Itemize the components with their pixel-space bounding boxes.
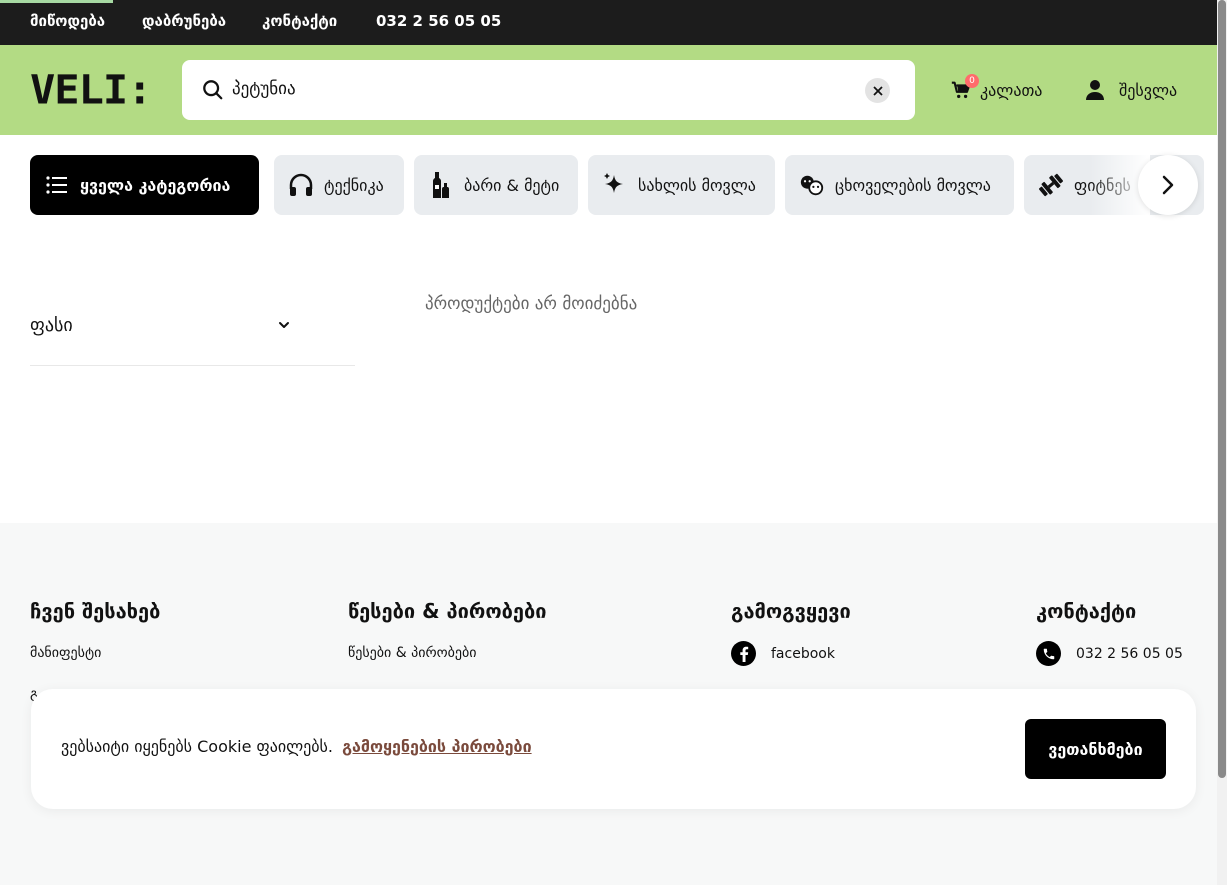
footer-terms-title: წესები & პირობები (348, 599, 547, 623)
user-icon (1086, 80, 1104, 100)
topbar-link-returns[interactable]: დაბრუნება (142, 12, 226, 30)
facebook-label: facebook (771, 645, 835, 662)
category-label: სახლის მოვლა (638, 175, 756, 195)
footer-phone: 032 2 56 05 05 (1076, 645, 1183, 662)
cart-button[interactable]: 0 კალათა (950, 74, 1043, 102)
top-accent-line (0, 0, 113, 3)
bottles-icon (428, 172, 454, 198)
cookie-terms-link[interactable]: გამოყენების პირობები (342, 737, 532, 756)
footer-contact-title: კონტაქტი (1036, 599, 1137, 623)
facebook-icon (731, 641, 756, 666)
category-home-care[interactable]: სახლის მოვლა (588, 155, 775, 215)
footer-contact: კონტაქტი 032 2 56 05 05 (1036, 599, 1183, 666)
phone-icon (1036, 641, 1061, 666)
all-categories-label: ყველა კატეგორია (80, 175, 231, 195)
footer-link-manifesto[interactable]: მანიფესტი (30, 645, 160, 661)
chevron-right-icon (1162, 175, 1174, 195)
category-label: ფიტნეს (1074, 175, 1131, 195)
footer-link-terms[interactable]: წესები & პირობები (348, 645, 547, 661)
cookie-agree-button[interactable]: ვეთანხმები (1025, 719, 1166, 779)
top-bar: მიწოდება დაბრუნება კონტაქტი 032 2 56 05 … (0, 0, 1227, 45)
footer-about-title: ჩვენ შესახებ (30, 599, 161, 623)
search-icon (203, 80, 223, 100)
results-area: ფასი პროდუქტები არ მოიძებნა (0, 235, 1217, 523)
footer-follow-title: გამოგვყევი (731, 599, 851, 623)
footer-about: ჩვენ შესახებ მანიფესტი (30, 599, 160, 661)
scrollbar[interactable] (1217, 0, 1227, 885)
cart-count-badge: 0 (965, 74, 979, 88)
cookie-text: ვებსაიტი იყენებს Cookie ფაილებს. (61, 737, 333, 756)
footer-phone-link[interactable]: 032 2 56 05 05 (1036, 641, 1183, 666)
facebook-link[interactable]: facebook (731, 641, 851, 666)
category-label: ბარი & მეტი (464, 175, 560, 195)
category-bar: ყველა კატეგორია ტექნიკა ბარი & მეტი სახლ… (0, 135, 1217, 235)
scrollbar-thumb[interactable] (1218, 0, 1226, 778)
login-label: შესვლა (1119, 80, 1178, 100)
cookie-banner: ვებსაიტი იყენებს Cookie ფაილებს. გამოყენ… (31, 689, 1196, 809)
topbar-link-delivery[interactable]: მიწოდება (30, 12, 105, 30)
clear-search-button[interactable] (865, 78, 890, 103)
category-technics[interactable]: ტექნიკა (274, 155, 404, 215)
dumbbell-icon (1038, 172, 1064, 198)
chevron-down-icon (279, 322, 289, 328)
close-icon (872, 85, 883, 96)
search-bar[interactable]: პეტუნია (182, 60, 915, 120)
price-filter-label: ფასი (30, 315, 73, 336)
cookie-message: ვებსაიტი იყენებს Cookie ფაილებს. გამოყენ… (61, 737, 532, 756)
header: VELI: პეტუნია 0 კალათა შესვლა (0, 45, 1217, 135)
category-label: ცხოველების მოვლა (835, 175, 991, 195)
search-input[interactable]: პეტუნია (232, 79, 296, 99)
category-bar-more[interactable]: ბარი & მეტი (414, 155, 578, 215)
sparkle-icon (602, 172, 628, 198)
footer-follow: გამოგვყევი facebook (731, 599, 851, 666)
headphones-icon (288, 172, 314, 198)
pets-icon (799, 172, 825, 198)
empty-results-message: პროდუქტები არ მოიძებნა (425, 294, 638, 314)
logo[interactable]: VELI: (30, 70, 152, 110)
login-button[interactable]: შესვლა (1085, 78, 1177, 102)
cart-label: კალათა (980, 80, 1043, 100)
category-label: ტექნიკა (324, 175, 384, 195)
price-filter-toggle[interactable]: ფასი (30, 315, 355, 366)
all-categories-button[interactable]: ყველა კატეგორია (30, 155, 259, 215)
category-pet-care[interactable]: ცხოველების მოვლა (785, 155, 1014, 215)
topbar-link-contact[interactable]: კონტაქტი (262, 12, 337, 30)
list-icon (44, 172, 70, 198)
category-next-button[interactable] (1138, 155, 1198, 215)
topbar-phone[interactable]: 032 2 56 05 05 (376, 12, 501, 30)
footer-terms: წესები & პირობები წესები & პირობები (348, 599, 547, 661)
